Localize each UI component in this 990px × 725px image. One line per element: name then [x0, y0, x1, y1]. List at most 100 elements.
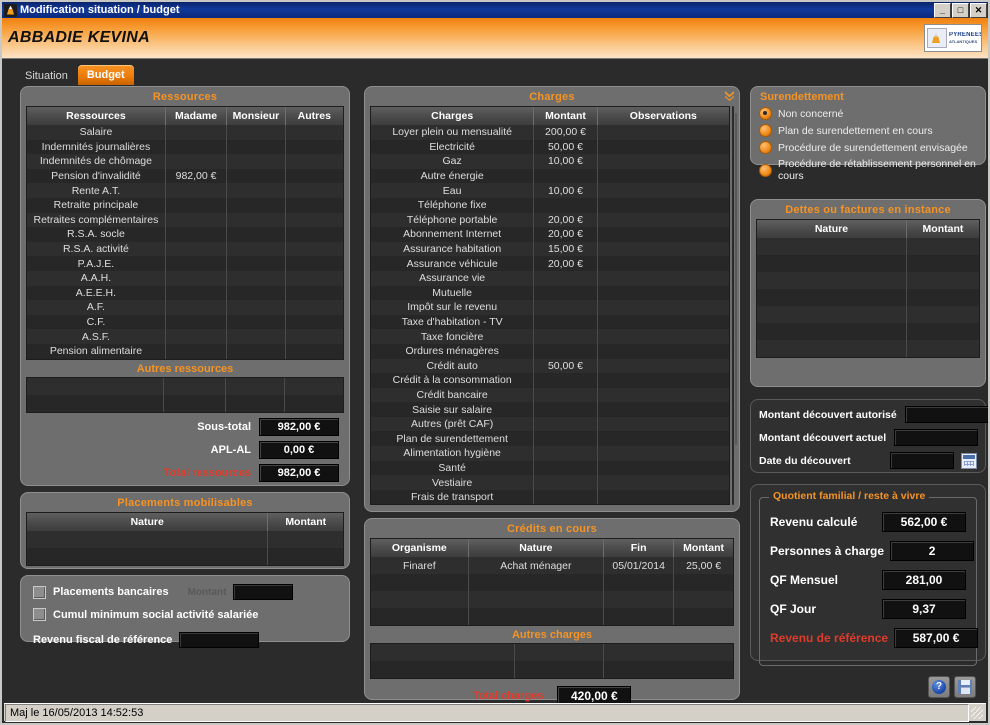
- ressource-label[interactable]: A.E.E.H.: [27, 286, 165, 301]
- ressource-madame[interactable]: [165, 329, 226, 344]
- table-row[interactable]: Téléphone portable20,00 €: [371, 213, 729, 228]
- table-row[interactable]: A.E.E.H.: [27, 286, 343, 301]
- ressource-autres[interactable]: [285, 329, 343, 344]
- ressource-autres[interactable]: [285, 242, 343, 257]
- charge-observations[interactable]: [597, 154, 729, 169]
- ressource-madame[interactable]: 982,00 €: [165, 169, 226, 184]
- ressource-label[interactable]: Retraite principale: [27, 198, 165, 213]
- col-charges-observations[interactable]: Observations: [597, 107, 729, 125]
- charge-montant[interactable]: [534, 300, 597, 315]
- ressource-monsieur[interactable]: [227, 140, 285, 155]
- ressource-madame[interactable]: [165, 125, 226, 140]
- ressource-madame[interactable]: [165, 183, 226, 198]
- col-organisme[interactable]: Organisme: [371, 539, 468, 557]
- charge-label[interactable]: Alimentation hygiène: [371, 446, 534, 461]
- table-row[interactable]: [27, 395, 343, 412]
- table-row[interactable]: Plan de surendettement: [371, 431, 729, 446]
- dette-nature[interactable]: [757, 255, 906, 272]
- charge-observations[interactable]: [597, 446, 729, 461]
- ressource-autres[interactable]: [285, 183, 343, 198]
- charge-label[interactable]: Assurance vie: [371, 271, 534, 286]
- autres-ressource-cell[interactable]: [226, 378, 285, 395]
- charge-observations[interactable]: [597, 198, 729, 213]
- dette-montant[interactable]: [906, 289, 979, 306]
- radio-icon[interactable]: [759, 141, 772, 154]
- credit-fin[interactable]: [604, 591, 674, 608]
- charge-observations[interactable]: [597, 271, 729, 286]
- ressource-madame[interactable]: [165, 256, 226, 271]
- ressource-monsieur[interactable]: [227, 300, 285, 315]
- resize-grip[interactable]: [969, 705, 985, 721]
- credit-fin[interactable]: [604, 608, 674, 625]
- dette-nature[interactable]: [757, 289, 906, 306]
- table-row[interactable]: Crédit à la consommation: [371, 373, 729, 388]
- ressource-monsieur[interactable]: [227, 125, 285, 140]
- ressource-label[interactable]: Retraites complémentaires: [27, 213, 165, 228]
- table-row[interactable]: A.S.F.: [27, 329, 343, 344]
- col-dettes-montant[interactable]: Montant: [906, 220, 979, 238]
- quotient-value[interactable]: 281,00: [882, 570, 966, 590]
- ressource-autres[interactable]: [285, 256, 343, 271]
- charge-montant[interactable]: [534, 286, 597, 301]
- quotient-value[interactable]: 562,00 €: [882, 512, 966, 532]
- ressource-label[interactable]: R.S.A. activité: [27, 242, 165, 257]
- date-decouvert-input[interactable]: [890, 452, 954, 469]
- charge-observations[interactable]: [597, 359, 729, 374]
- autre-charge-cell[interactable]: [371, 661, 514, 678]
- credit-nature[interactable]: Achat ménager: [468, 557, 603, 574]
- ressource-monsieur[interactable]: [227, 183, 285, 198]
- table-row[interactable]: [371, 608, 733, 625]
- charge-label[interactable]: Crédit bancaire: [371, 388, 534, 403]
- surendettement-option-3[interactable]: Procédure de rétablissement personnel en…: [759, 156, 985, 184]
- close-button[interactable]: ✕: [970, 3, 987, 18]
- dette-nature[interactable]: [757, 238, 906, 255]
- dette-montant[interactable]: [906, 340, 979, 357]
- credit-organisme[interactable]: [371, 608, 468, 625]
- table-row[interactable]: Electricité50,00 €: [371, 140, 729, 155]
- charge-montant[interactable]: 15,00 €: [534, 242, 597, 257]
- col-charges-montant[interactable]: Montant: [534, 107, 597, 125]
- charge-label[interactable]: Taxe foncière: [371, 329, 534, 344]
- dette-montant[interactable]: [906, 306, 979, 323]
- charge-montant[interactable]: 20,00 €: [534, 256, 597, 271]
- col-dettes-nature[interactable]: Nature: [757, 220, 906, 238]
- ressource-autres[interactable]: [285, 213, 343, 228]
- table-row[interactable]: FinarefAchat ménager05/01/201425,00 €: [371, 557, 733, 574]
- charge-label[interactable]: Impôt sur le revenu: [371, 300, 534, 315]
- credit-organisme[interactable]: [371, 574, 468, 591]
- table-row[interactable]: Indemnités de chômage: [27, 154, 343, 169]
- help-button[interactable]: ?: [928, 676, 950, 698]
- ressource-label[interactable]: R.S.A. socle: [27, 227, 165, 242]
- charge-label[interactable]: Loyer plein ou mensualité: [371, 125, 534, 140]
- credit-nature[interactable]: [468, 574, 603, 591]
- quotient-value[interactable]: 9,37: [882, 599, 966, 619]
- ressource-monsieur[interactable]: [227, 227, 285, 242]
- charge-montant[interactable]: [534, 329, 597, 344]
- placement-montant[interactable]: [268, 531, 343, 548]
- col-placements-nature[interactable]: Nature: [27, 513, 268, 531]
- table-row[interactable]: C.F.: [27, 315, 343, 330]
- charge-observations[interactable]: [597, 373, 729, 388]
- table-row[interactable]: Rente A.T.: [27, 183, 343, 198]
- table-row[interactable]: Salaire: [27, 125, 343, 140]
- charge-montant[interactable]: [534, 461, 597, 476]
- radio-icon[interactable]: [759, 164, 772, 177]
- quotient-value[interactable]: 2: [890, 541, 974, 561]
- ressource-madame[interactable]: [165, 213, 226, 228]
- surendettement-option-0[interactable]: Non concerné: [759, 105, 985, 122]
- charge-observations[interactable]: [597, 242, 729, 257]
- charge-observations[interactable]: [597, 125, 729, 140]
- ressource-label[interactable]: Indemnités de chômage: [27, 154, 165, 169]
- table-row[interactable]: A.A.H.: [27, 271, 343, 286]
- table-row[interactable]: Abonnement Internet20,00 €: [371, 227, 729, 242]
- charge-observations[interactable]: [597, 329, 729, 344]
- dette-nature[interactable]: [757, 306, 906, 323]
- ressource-autres[interactable]: [285, 286, 343, 301]
- charge-montant[interactable]: [534, 271, 597, 286]
- table-row[interactable]: [27, 548, 343, 565]
- montant-input[interactable]: [233, 584, 293, 600]
- charge-observations[interactable]: [597, 417, 729, 432]
- ressource-label[interactable]: Pension d'invalidité: [27, 169, 165, 184]
- table-row[interactable]: Impôt sur le revenu: [371, 300, 729, 315]
- charge-montant[interactable]: 50,00 €: [534, 359, 597, 374]
